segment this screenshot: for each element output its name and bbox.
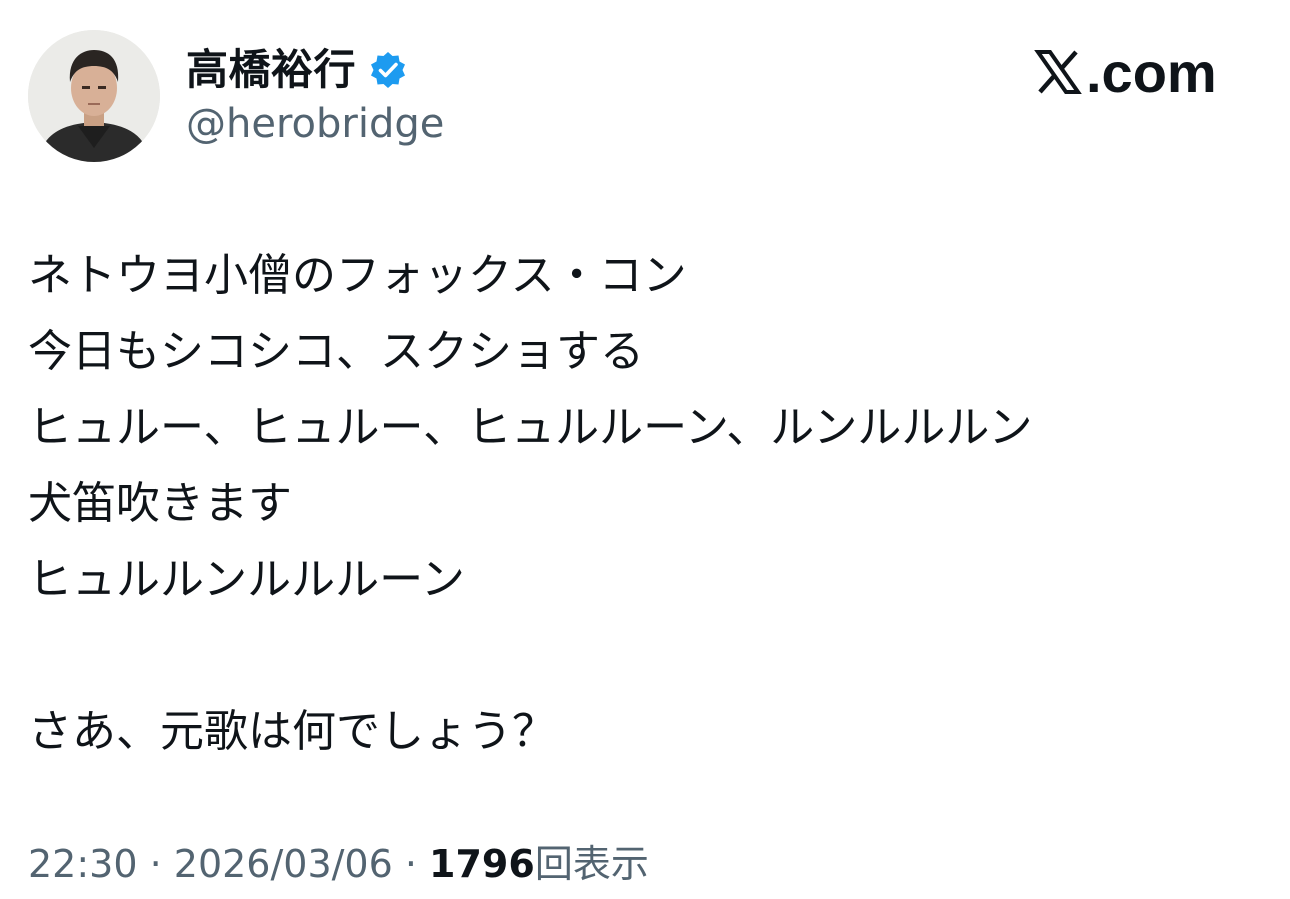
tweet-text: ネトウヨ小僧のフォックス・コン 今日もシコシコ、スクショする ヒュルー、ヒュルー… bbox=[28, 238, 1258, 770]
display-name-text: 高橋裕行 bbox=[186, 45, 357, 94]
avatar[interactable] bbox=[28, 30, 160, 162]
meta-separator: · bbox=[392, 842, 430, 886]
tweet-meta: 22:30 · 2026/03/06 · 1796回表示 bbox=[28, 838, 649, 890]
brand-domain-text: .com bbox=[1086, 40, 1217, 104]
tweet-line: ヒュルルンルルルーン bbox=[28, 554, 465, 605]
views-count: 1796 bbox=[429, 842, 535, 886]
tweet-time[interactable]: 22:30 bbox=[28, 842, 138, 886]
avatar-photo bbox=[28, 30, 160, 162]
views-label: 回表示 bbox=[534, 842, 649, 886]
meta-separator: · bbox=[137, 842, 174, 886]
tweet-line: ヒュルー、ヒュルー、ヒュルルーン、ルンルルルン bbox=[28, 402, 1033, 453]
tweet-line: 犬笛吹きます bbox=[28, 478, 292, 529]
verified-badge-icon bbox=[368, 50, 408, 90]
tweet-date[interactable]: 2026/03/06 bbox=[174, 842, 393, 886]
author-display-name[interactable]: 高橋裕行 bbox=[186, 44, 408, 96]
x-logo-icon bbox=[1034, 50, 1082, 94]
author-handle[interactable]: @herobridge bbox=[186, 100, 444, 148]
tweet-line: 今日もシコシコ、スクショする bbox=[28, 326, 644, 377]
x-brand-logo: .com bbox=[1034, 40, 1217, 104]
tweet-line: さあ、元歌は何でしょう？ bbox=[28, 706, 556, 757]
tweet-line: ネトウヨ小僧のフォックス・コン bbox=[28, 250, 687, 301]
